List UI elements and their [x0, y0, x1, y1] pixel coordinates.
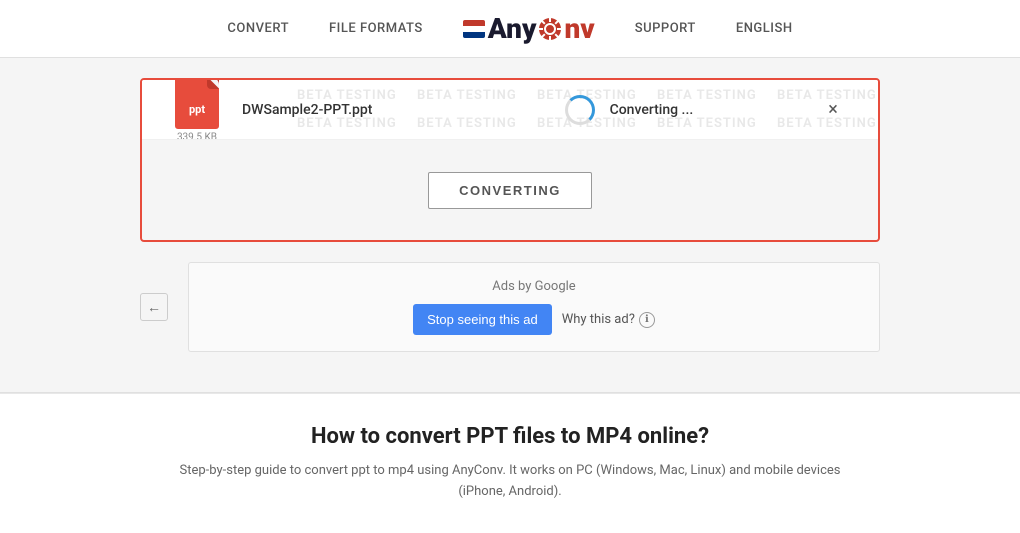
bottom-section: How to convert PPT files to MP4 online? … — [0, 393, 1020, 533]
converter-card: BETA TESTING BETA TESTING BETA TESTING B… — [140, 78, 880, 242]
file-icon-wrap: ppt 339.5 KB — [162, 80, 232, 140]
watermark-band: BETA TESTING BETA TESTING BETA TESTING B… — [142, 80, 878, 140]
nav-support[interactable]: SUPPORT — [635, 21, 696, 36]
ad-back-button[interactable]: ← — [140, 293, 168, 321]
bottom-title: How to convert PPT files to MP4 online? — [40, 424, 980, 449]
spinner-wrap — [550, 95, 610, 125]
ad-content: Ads by Google Stop seeing this ad Why th… — [188, 262, 880, 352]
logo-conv: nv — [564, 12, 594, 45]
main-content: BETA TESTING BETA TESTING BETA TESTING B… — [0, 58, 1020, 392]
bottom-description: Step-by-step guide to convert ppt to mp4… — [160, 461, 860, 503]
close-button[interactable]: × — [808, 99, 858, 120]
why-ad-link[interactable]: Why this ad? ℹ — [562, 312, 655, 328]
logo-any: Any — [488, 12, 537, 45]
nav-convert[interactable]: CONVERT — [227, 21, 289, 36]
file-name: DWSample2-PPT.ppt — [232, 102, 550, 118]
converting-status: Converting ... — [610, 102, 808, 118]
file-extension: ppt — [189, 103, 205, 116]
site-logo[interactable]: Any nv — [463, 12, 595, 45]
nav-file-formats[interactable]: FILE FORMATS — [329, 21, 423, 36]
file-info-row: ppt 339.5 KB DWSample2-PPT.ppt Convertin… — [162, 80, 858, 140]
ads-row: Stop seeing this ad Why this ad? ℹ — [413, 304, 655, 335]
file-icon: ppt — [175, 80, 219, 129]
nav-english[interactable]: ENGLISH — [736, 21, 793, 36]
why-ad-text: Why this ad? — [562, 312, 635, 327]
stop-seeing-ad-button[interactable]: Stop seeing this ad — [413, 304, 552, 335]
site-header: CONVERT FILE FORMATS Any nv SUP — [0, 0, 1020, 58]
why-ad-info-icon: ℹ — [639, 312, 655, 328]
ads-by-google: Ads by Google — [492, 279, 575, 294]
converting-button: CONVERTING — [428, 172, 592, 209]
logo-gear-icon — [537, 16, 563, 42]
loading-spinner — [565, 95, 595, 125]
converting-area: CONVERTING — [142, 140, 878, 240]
ad-section: ← Ads by Google Stop seeing this ad Why … — [140, 242, 880, 372]
file-size: 339.5 KB — [177, 132, 217, 141]
